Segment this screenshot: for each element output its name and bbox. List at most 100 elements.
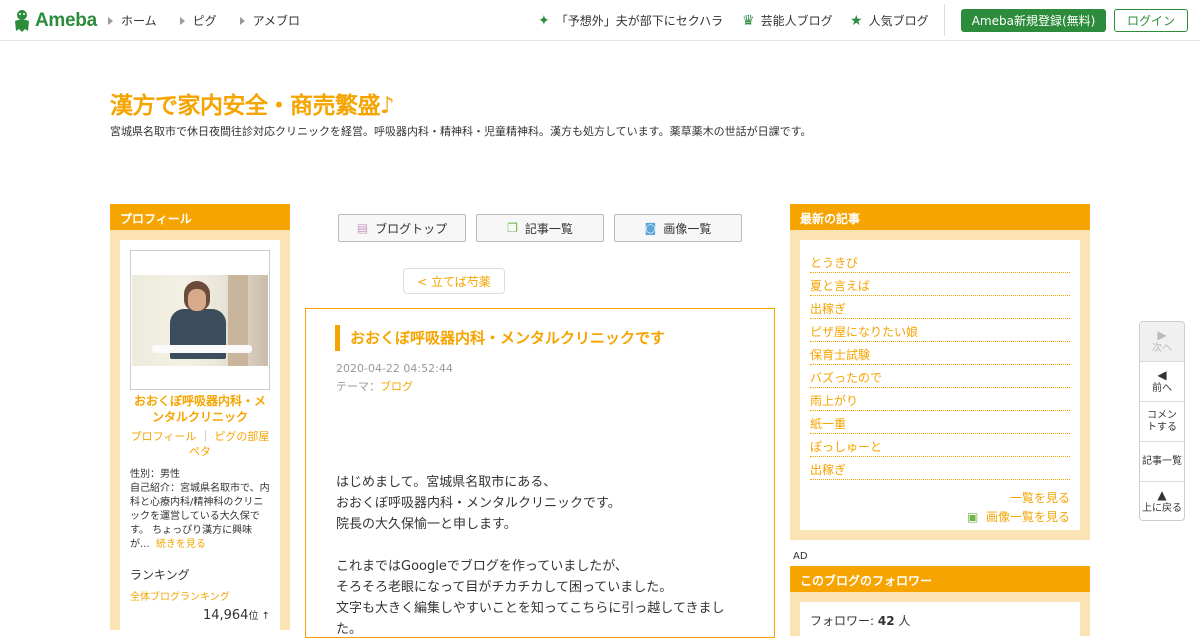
see-images-link[interactable]: ▣ 画像一覧を見る xyxy=(810,508,1070,525)
profile-name[interactable]: おおくぼ呼吸器内科・メンタルクリニック xyxy=(130,393,270,425)
celeb-blog-link[interactable]: ♛ 芸能人ブログ xyxy=(742,12,833,29)
comment-label: コメントする xyxy=(1147,409,1177,433)
article-title[interactable]: おおくぼ呼吸器内科・メンタルクリニックです xyxy=(335,325,665,351)
pig-room-link[interactable]: ピグの部屋 xyxy=(214,430,269,443)
triangle-right-icon xyxy=(239,16,245,25)
nav-item-home[interactable]: ホーム xyxy=(108,12,157,29)
recent-article-link[interactable]: ぽっしゅーと xyxy=(810,434,1070,457)
trending-link[interactable]: ✦ 「予想外」夫が部下にセクハラ xyxy=(538,12,723,29)
sparkle-icon: ✦ xyxy=(538,12,550,29)
see-images-label: 画像一覧を見る xyxy=(985,510,1070,524)
recent-article-link[interactable]: 紙一重 xyxy=(810,411,1070,434)
nav-label: ホーム xyxy=(121,14,157,28)
theme-link[interactable]: ブログ xyxy=(380,380,413,393)
nav-item-ameblo[interactable]: アメブロ xyxy=(239,12,301,29)
nav-item-pig[interactable]: ピグ xyxy=(179,12,217,29)
read-more-link[interactable]: 続きを見る xyxy=(156,539,206,550)
prev-article-button[interactable]: < 立てば芍薬 xyxy=(403,268,505,294)
recent-article-link[interactable]: とうきび xyxy=(810,250,1070,273)
star-icon: ★ xyxy=(850,12,863,29)
profile-link[interactable]: プロフィール xyxy=(131,430,197,443)
article-line xyxy=(336,535,746,556)
ranking-value: 14,964位 ↑ xyxy=(130,607,270,623)
article-list-side-label: 記事一覧 xyxy=(1142,455,1182,467)
back-to-top-label: 上に戻る xyxy=(1142,503,1182,514)
divider xyxy=(944,4,945,36)
profile-heading: プロフィール xyxy=(110,204,290,230)
followers-panel: このブログのフォロワー フォロワー: 42 人 xyxy=(790,566,1090,642)
recent-article-link[interactable]: 雨上がり xyxy=(810,388,1070,411)
logo-text: Ameba xyxy=(35,10,97,31)
see-all-link[interactable]: 一覧を見る xyxy=(810,489,1070,506)
article-theme: テーマ：ブログ xyxy=(336,378,413,394)
followers-unit: 人 xyxy=(894,614,911,628)
pages-icon: ❐ xyxy=(507,221,518,235)
nav-label: アメブロ xyxy=(252,14,301,28)
blog-title[interactable]: 漢方で家内安全・商売繁盛♪ xyxy=(110,86,395,120)
article-line: おおくぼ呼吸器内科・メンタルクリニックです。 xyxy=(336,496,621,511)
triangle-right-icon xyxy=(179,16,185,25)
blog-top-label: ブログトップ xyxy=(375,221,448,236)
ameba-logo-icon xyxy=(15,10,29,32)
followers-count[interactable]: 42 xyxy=(878,614,895,628)
ameba-logo[interactable]: Ameba xyxy=(12,8,97,34)
recent-heading: 最新の記事 xyxy=(790,204,1090,230)
article-line: そろそろ老眼になって目がチカチカして困っていました。 xyxy=(336,580,673,595)
nav-label: ピグ xyxy=(192,14,217,28)
login-button[interactable]: ログイン xyxy=(1114,9,1188,32)
profile-panel: プロフィール おおくぼ呼吸器内科・メンタルクリニック プロフィール ｜ ピグの部… xyxy=(110,204,290,640)
play-right-icon: ▶ xyxy=(1157,327,1167,342)
ad-label: AD xyxy=(793,551,808,562)
recent-article-link[interactable]: 夏と言えば xyxy=(810,273,1070,296)
article-list-side-button[interactable]: 記事一覧 xyxy=(1140,442,1184,482)
followers-body: フォロワー: 42 人 xyxy=(800,602,1080,642)
article: おおくぼ呼吸器内科・メンタルクリニックです 2020-04-22 04:52:4… xyxy=(305,308,775,638)
profile-gender: 性別：男性 xyxy=(130,469,180,480)
profile-links: プロフィール ｜ ピグの部屋 ペタ xyxy=(130,429,270,459)
article-line: 院長の大久保愉一と申します。 xyxy=(336,517,517,532)
celeb-blog-label: 芸能人ブログ xyxy=(760,14,833,28)
recent-article-link[interactable]: ピザ屋になりたい娘 xyxy=(810,319,1070,342)
blog-description: 宮城県名取市で休日夜間往診対応クリニックを経営。呼吸器内科・精神科・児童精神科。… xyxy=(110,125,812,138)
crown-icon: ♛ xyxy=(742,12,755,29)
ranking-unit: 位 ↑ xyxy=(248,611,270,622)
image-list-button[interactable]: ◙ 画像一覧 xyxy=(614,214,742,242)
recent-article-link[interactable]: 出稼ぎ xyxy=(810,457,1070,480)
article-line: はじめまして。宮城県名取市にある、 xyxy=(336,475,557,490)
trending-label: 「予想外」夫が部下にセクハラ xyxy=(555,14,724,28)
peta-link[interactable]: ペタ xyxy=(189,445,211,458)
document-icon: ▤ xyxy=(356,221,369,235)
recent-article-link[interactable]: 出稼ぎ xyxy=(810,296,1070,319)
next-button[interactable]: ▶ 次へ xyxy=(1140,322,1184,362)
profile-body: おおくぼ呼吸器内科・メンタルクリニック プロフィール ｜ ピグの部屋 ペタ 性別… xyxy=(120,240,280,640)
back-to-top-button[interactable]: ▲ 上に戻る xyxy=(1140,482,1184,520)
blog-top-button[interactable]: ▤ ブログトップ xyxy=(338,214,466,242)
recent-articles-panel: 最新の記事 とうきび 夏と言えば 出稼ぎ ピザ屋になりたい娘 保育士試験 バズっ… xyxy=(790,204,1090,540)
popular-blog-label: 人気ブログ xyxy=(868,14,929,28)
article-line: これまではGoogleでブログを作っていましたが、 xyxy=(336,559,628,574)
ranking-number: 14,964 xyxy=(202,608,249,623)
floating-nav: ▶ 次へ ◀ 前へ コメントする 記事一覧 ▲ 上に戻る xyxy=(1139,321,1185,521)
image-list-label: 画像一覧 xyxy=(663,221,712,236)
separator: ｜ xyxy=(199,430,211,443)
prev-button[interactable]: ◀ 前へ xyxy=(1140,362,1184,402)
ranking-link[interactable]: 全体ブログランキング xyxy=(130,588,270,603)
article-list-label: 記事一覧 xyxy=(524,221,573,236)
global-header: Ameba ホーム ピグ アメブロ ✦ 「予想外」夫が部下にセクハラ ♛ 芸能人… xyxy=(0,0,1200,41)
next-label: 次へ xyxy=(1152,342,1172,354)
article-list-button[interactable]: ❐ 記事一覧 xyxy=(476,214,604,242)
profile-photo[interactable] xyxy=(130,250,270,390)
triangle-up-icon: ▲ xyxy=(1157,488,1167,502)
popular-blog-link[interactable]: ★ 人気ブログ xyxy=(850,12,929,29)
article-date: 2020-04-22 04:52:44 xyxy=(336,362,453,375)
recent-article-link[interactable]: バズったので xyxy=(810,365,1070,388)
image-list-icon: ▣ xyxy=(967,510,979,524)
comment-button[interactable]: コメントする xyxy=(1140,402,1184,442)
profile-image xyxy=(132,275,268,366)
register-button[interactable]: Ameba新規登録(無料) xyxy=(961,9,1106,32)
triangle-right-icon xyxy=(108,16,113,25)
prev-label: 前へ xyxy=(1152,382,1172,394)
recent-body: とうきび 夏と言えば 出稼ぎ ピザ屋になりたい娘 保育士試験 バズったので 雨上… xyxy=(800,240,1080,530)
followers-label: フォロワー: xyxy=(810,614,878,628)
recent-article-link[interactable]: 保育士試験 xyxy=(810,342,1070,365)
